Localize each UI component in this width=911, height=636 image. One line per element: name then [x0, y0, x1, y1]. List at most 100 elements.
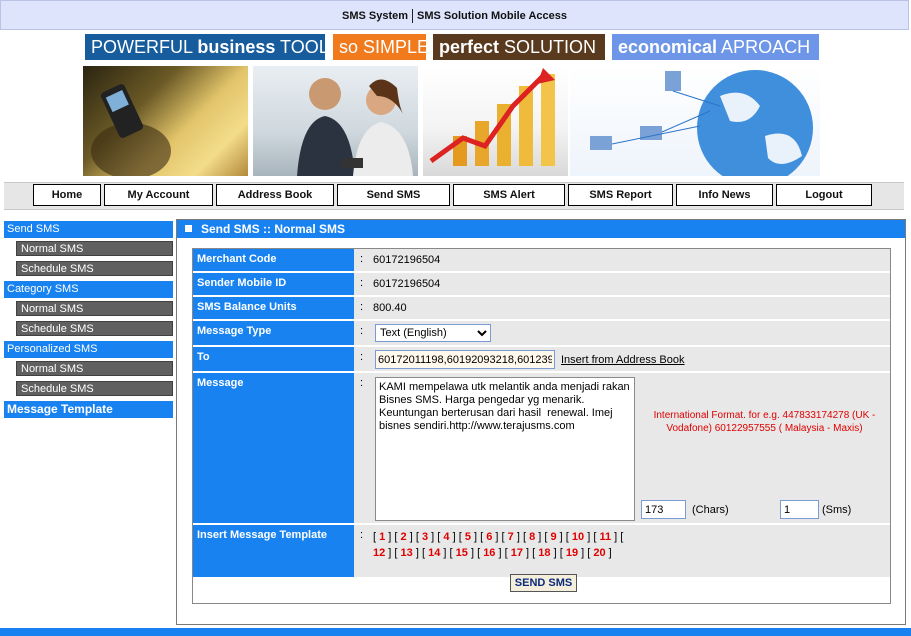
template-link-8[interactable]: 8	[529, 531, 535, 543]
row-sender-id: Sender Mobile ID : 60172196504	[193, 273, 890, 297]
template-link-1[interactable]: 1	[379, 531, 385, 543]
sidebar-send-schedule-sms[interactable]: Schedule SMS	[16, 261, 173, 276]
colon: :	[360, 301, 364, 313]
nav-address-book[interactable]: Address Book	[216, 184, 334, 206]
sidebar-personalized-schedule-sms[interactable]: Schedule SMS	[16, 381, 173, 396]
main-navigation: Home My Account Address Book Send SMS SM…	[4, 182, 904, 210]
template-label: Insert Message Template	[193, 525, 354, 577]
nav-sms-report[interactable]: SMS Report	[568, 184, 673, 206]
nav-my-account[interactable]: My Account	[104, 184, 213, 206]
nav-send-sms[interactable]: Send SMS	[337, 184, 450, 206]
template-link-2[interactable]: 2	[401, 531, 407, 543]
sender-id-cell: : 60172196504	[354, 273, 890, 295]
panel-title: Send SMS :: Normal SMS	[201, 222, 346, 236]
banner-bold-text: business	[197, 37, 276, 57]
template-link-17[interactable]: 17	[511, 547, 523, 559]
template-link-5[interactable]: 5	[465, 531, 471, 543]
footer-bar	[0, 628, 911, 636]
colon: :	[360, 277, 364, 289]
system-title: SMS System	[342, 10, 409, 22]
message-label: Message	[193, 373, 354, 523]
banner-text: TOOL	[275, 37, 329, 57]
banner-text: POWERFUL	[91, 37, 198, 57]
row-message-type: Message Type : Text (English)	[193, 321, 890, 347]
template-link-3[interactable]: 3	[422, 531, 428, 543]
sidebar-send-normal-sms[interactable]: Normal SMS	[16, 241, 173, 256]
sidebar-message-template[interactable]: Message Template	[4, 401, 173, 418]
template-link-9[interactable]: 9	[551, 531, 557, 543]
balance-value: 800.40	[373, 302, 407, 314]
sidebar-category-sms[interactable]: Category SMS	[4, 281, 173, 298]
business-people-photo	[253, 66, 418, 176]
nav-info-news[interactable]: Info News	[676, 184, 773, 206]
template-links: [ 1 ] [ 2 ] [ 3 ] [ 4 ] [ 5 ] [ 6 ] [ 7 …	[373, 531, 624, 559]
nav-home[interactable]: Home	[33, 184, 101, 206]
send-sms-form: Merchant Code : 60172196504 Sender Mobil…	[192, 248, 891, 604]
nav-sms-alert[interactable]: SMS Alert	[453, 184, 565, 206]
template-link-20[interactable]: 20	[593, 547, 605, 559]
row-template: Insert Message Template : [ 1 ] [ 2 ] [ …	[193, 525, 890, 577]
message-type-select[interactable]: Text (English)	[375, 324, 491, 342]
template-link-13[interactable]: 13	[401, 547, 413, 559]
sender-id-label: Sender Mobile ID	[193, 273, 354, 295]
international-format-note: International Format. for e.g. 447833174…	[653, 410, 876, 434]
banner-powerful: POWERFUL business TOOL	[85, 34, 329, 60]
template-link-6[interactable]: 6	[486, 531, 492, 543]
sidebar-send-sms[interactable]: Send SMS	[4, 221, 173, 238]
banner-text: SOLUTION	[499, 37, 597, 57]
send-sms-button[interactable]: SEND SMS	[510, 574, 577, 592]
banner-economical: economical APROACH	[612, 34, 819, 60]
template-link-14[interactable]: 14	[428, 547, 440, 559]
template-link-4[interactable]: 4	[443, 531, 449, 543]
message-type-label: Message Type	[193, 321, 354, 345]
sender-id-value: 60172196504	[373, 278, 441, 290]
panel-header: Send SMS :: Normal SMS	[177, 220, 905, 238]
merchant-code-value: 60172196504	[373, 254, 441, 266]
template-link-16[interactable]: 16	[483, 547, 495, 559]
template-link-15[interactable]: 15	[456, 547, 468, 559]
template-link-11[interactable]: 11	[599, 531, 611, 543]
template-link-18[interactable]: 18	[538, 547, 550, 559]
chars-unit: (Chars)	[692, 504, 729, 516]
merchant-code-label: Merchant Code	[193, 249, 354, 271]
globe-network-photo	[570, 66, 820, 176]
banner-bold-text: economical	[618, 37, 718, 57]
balance-cell: : 800.40	[354, 297, 890, 319]
growth-chart-photo	[423, 66, 568, 176]
message-cell: : KAMI mempelawa utk melantik anda menja…	[354, 373, 890, 523]
recipients-input[interactable]	[375, 350, 555, 369]
row-message: Message : KAMI mempelawa utk melantik an…	[193, 373, 890, 525]
template-cell: : [ 1 ] [ 2 ] [ 3 ] [ 4 ] [ 5 ] [ 6 ] [ …	[354, 525, 890, 577]
sidebar-personalized-normal-sms[interactable]: Normal SMS	[16, 361, 173, 376]
banner-simple: so SIMPLE	[333, 34, 430, 60]
colon: :	[360, 325, 364, 337]
colon: :	[360, 351, 364, 363]
sms-count-input[interactable]	[780, 500, 819, 519]
chars-count-input[interactable]	[641, 500, 686, 519]
nav-logout[interactable]: Logout	[776, 184, 872, 206]
to-cell: : Insert from Address Book	[354, 347, 890, 371]
title-separator	[412, 9, 414, 24]
balance-label: SMS Balance Units	[193, 297, 354, 319]
colon: :	[360, 253, 364, 265]
sidebar-category-normal-sms[interactable]: Normal SMS	[16, 301, 173, 316]
merchant-code-cell: : 60172196504	[354, 249, 890, 271]
template-link-10[interactable]: 10	[572, 531, 584, 543]
top-title-bar: SMS System SMS Solution Mobile Access	[0, 0, 909, 30]
sidebar-category-schedule-sms[interactable]: Schedule SMS	[16, 321, 173, 336]
insert-from-address-book-link[interactable]: Insert from Address Book	[561, 354, 685, 366]
template-link-12[interactable]: 12	[373, 547, 385, 559]
sidebar: Send SMS Normal SMS Schedule SMS Categor…	[4, 221, 173, 421]
colon: :	[360, 377, 364, 389]
message-textarea[interactable]: KAMI mempelawa utk melantik anda menjadi…	[375, 377, 635, 521]
template-link-7[interactable]: 7	[508, 531, 514, 543]
row-to: To : Insert from Address Book	[193, 347, 890, 373]
banner-perfect: perfect SOLUTION	[433, 34, 605, 60]
banner-text: APROACH	[717, 37, 811, 57]
row-merchant-code: Merchant Code : 60172196504	[193, 249, 890, 273]
template-link-19[interactable]: 19	[566, 547, 578, 559]
banner-text: so SIMPLE	[339, 37, 430, 57]
sidebar-personalized-sms[interactable]: Personalized SMS	[4, 341, 173, 358]
sms-unit: (Sms)	[822, 504, 852, 516]
colon: :	[360, 529, 364, 541]
